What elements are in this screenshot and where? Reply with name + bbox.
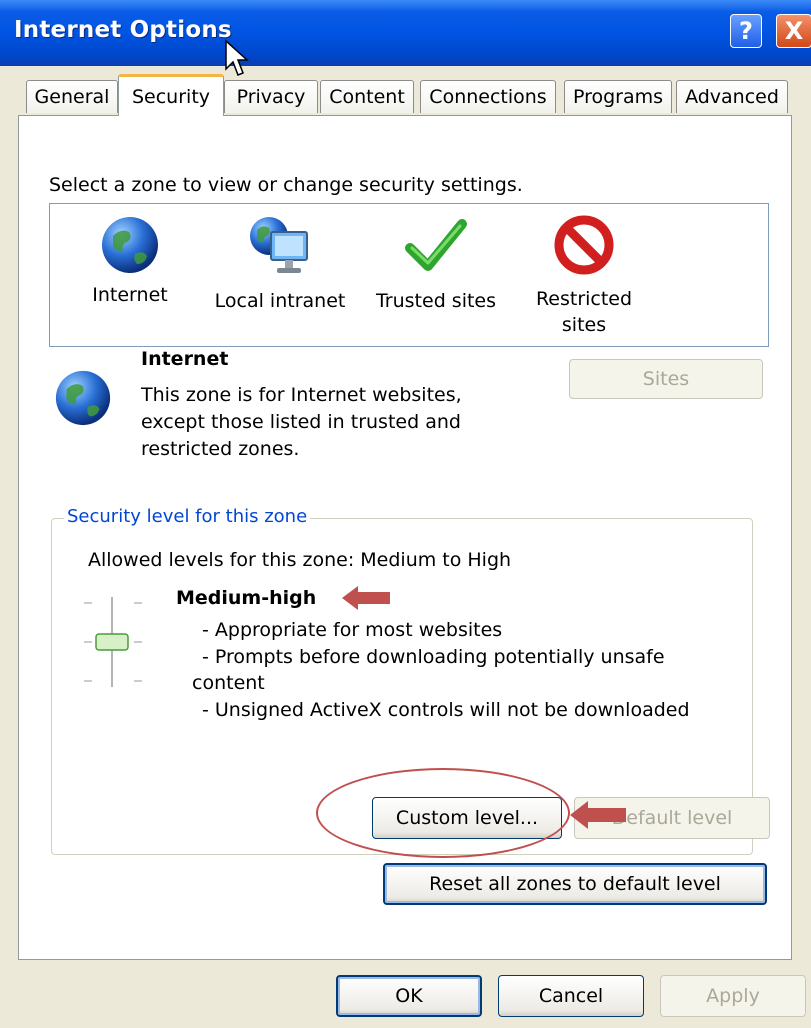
level-bullet-1: - Appropriate for most websites: [202, 619, 503, 641]
help-button[interactable]: ?: [730, 14, 762, 48]
sites-button[interactable]: Sites: [569, 359, 763, 399]
intranet-globe-monitor-icon: [250, 217, 308, 273]
selected-zone-desc-3: restricted zones.: [141, 438, 300, 460]
level-bullet-2b: content: [192, 672, 265, 694]
cancel-button[interactable]: Cancel: [498, 975, 644, 1017]
help-icon: ?: [739, 17, 753, 45]
zone-label-restricted-line1: Restricted: [535, 288, 633, 310]
zone-trusted-sites[interactable]: Trusted sites: [368, 214, 504, 314]
zone-local-intranet[interactable]: Local intranet: [210, 214, 350, 314]
tab-programs[interactable]: Programs: [564, 80, 672, 113]
zone-label-local-intranet: Local intranet: [214, 290, 346, 312]
tab-security[interactable]: Security: [118, 74, 224, 116]
zone-list[interactable]: Internet Local intranet Trusted sites Re…: [49, 203, 769, 347]
title-bar: Internet Options ? X: [0, 0, 811, 66]
dialog-footer: OK Cancel Apply: [0, 960, 811, 1028]
restricted-no-icon: [554, 215, 614, 275]
zone-label-restricted-line2: sites: [561, 314, 607, 336]
close-icon: X: [784, 17, 804, 45]
tab-privacy[interactable]: Privacy: [224, 80, 318, 113]
tab-content[interactable]: Content: [320, 80, 414, 113]
tab-general[interactable]: General: [26, 80, 118, 113]
tab-advanced[interactable]: Advanced: [676, 80, 788, 113]
green-checkmark-icon: [405, 219, 467, 271]
security-level-name: Medium-high: [176, 587, 317, 609]
zone-label-trusted-sites: Trusted sites: [375, 290, 497, 312]
selected-zone-desc-2: except those listed in trusted and: [141, 411, 461, 433]
close-button[interactable]: X: [776, 14, 811, 48]
annotation-ellipse: [316, 768, 570, 858]
zone-internet[interactable]: Internet: [84, 214, 176, 308]
level-bullet-3: - Unsigned ActiveX controls will not be …: [202, 699, 690, 721]
zone-instruction: Select a zone to view or change security…: [49, 174, 523, 196]
apply-button[interactable]: Apply: [660, 975, 806, 1017]
allowed-levels-text: Allowed levels for this zone: Medium to …: [88, 549, 512, 571]
level-bullet-2a: - Prompts before downloading potentially…: [202, 646, 665, 668]
reset-all-zones-button[interactable]: Reset all zones to default level: [383, 863, 767, 905]
annotation-arrow-left-icon: [342, 586, 390, 610]
selected-zone-name: Internet: [141, 348, 229, 370]
security-level-slider[interactable]: [82, 597, 152, 687]
security-level-title: Security level for this zone: [64, 506, 311, 527]
selected-zone-globe-icon: [55, 370, 111, 426]
selected-zone-desc-1: This zone is for Internet websites,: [141, 384, 462, 406]
zone-restricted-sites[interactable]: Restricted sites: [524, 214, 644, 338]
tab-strip: General Security Privacy Content Connect…: [0, 66, 811, 116]
slider-thumb: [95, 633, 129, 651]
window-title: Internet Options: [14, 17, 232, 43]
tab-connections[interactable]: Connections: [420, 80, 556, 113]
zone-label-internet: Internet: [92, 284, 168, 306]
ok-button[interactable]: OK: [336, 975, 482, 1017]
globe-icon: [102, 217, 158, 273]
annotation-arrow-left-icon: [570, 801, 626, 829]
